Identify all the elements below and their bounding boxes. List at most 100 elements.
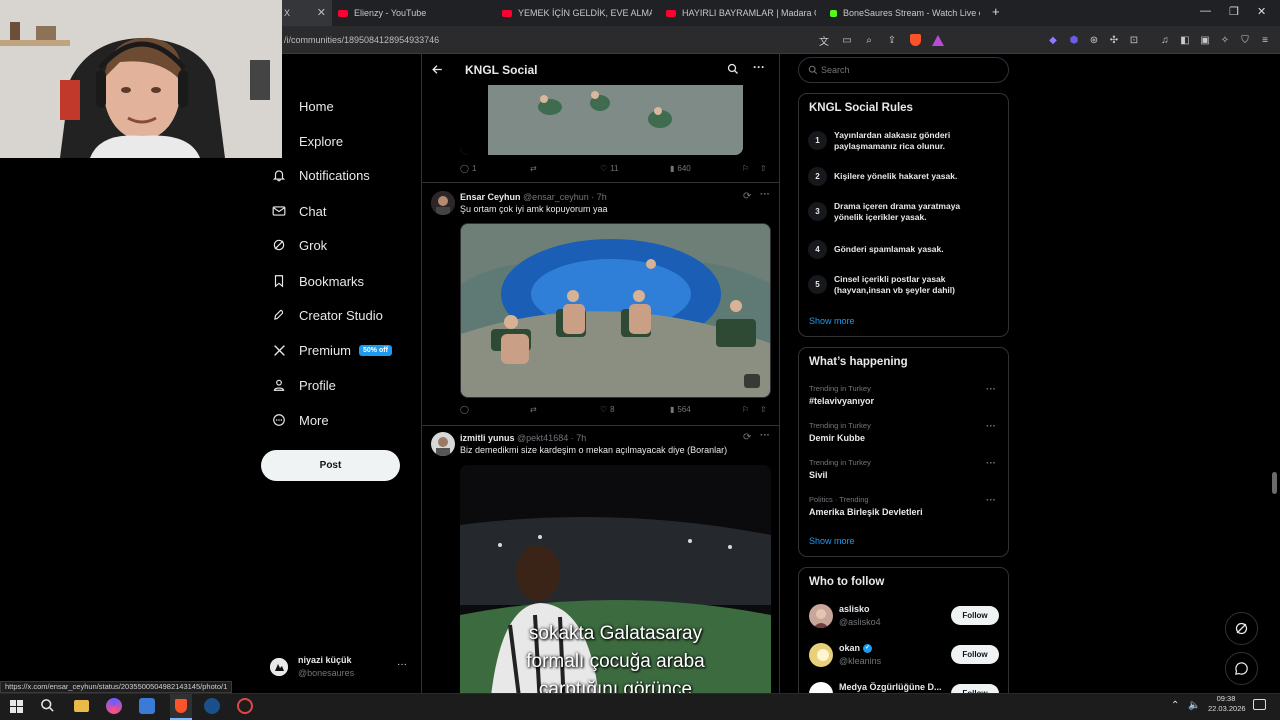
- post[interactable]: Ensar Ceyhun @ensar_ceyhun · 7h ⟳ ··· Şu…: [422, 183, 779, 425]
- url-field[interactable]: /i/communities/1895084128954933746: [284, 35, 439, 45]
- minimize-icon[interactable]: —: [1200, 5, 1211, 17]
- grok-icon[interactable]: ⟳: [743, 432, 751, 443]
- post-media[interactable]: [460, 85, 743, 155]
- avatar[interactable]: [809, 604, 833, 628]
- like-button[interactable]: ♡ 8: [600, 405, 615, 414]
- share-icon[interactable]: ⇪: [885, 33, 899, 47]
- nav-more[interactable]: More: [260, 403, 420, 437]
- more-dots-icon[interactable]: ···: [753, 60, 765, 74]
- post-button[interactable]: Post: [261, 450, 400, 481]
- share-button[interactable]: ⇧: [760, 405, 767, 414]
- tab-kick[interactable]: BoneSaures Stream - Watch Live on: [830, 0, 980, 26]
- new-tab-icon[interactable]: +: [992, 4, 1000, 19]
- trends-show-more-link[interactable]: Show more: [809, 536, 855, 546]
- trend-item[interactable]: Trending in Turkey Demir Kubbe ···: [799, 419, 1008, 449]
- views-button[interactable]: ▮ 564: [670, 405, 691, 414]
- restore-icon[interactable]: ❐: [1229, 5, 1239, 18]
- reply-button[interactable]: ◯ 1: [460, 164, 476, 173]
- tab-youtube-2[interactable]: YEMEK İÇİN GELDİK, EVE ALMADILAR: [502, 0, 652, 26]
- brave-rewards-icon[interactable]: [931, 33, 945, 47]
- clock[interactable]: 09:38 22.03.2026: [1208, 694, 1246, 714]
- cast-icon[interactable]: ▭: [840, 33, 854, 47]
- music-icon[interactable]: ♫: [1158, 33, 1172, 47]
- follow-button[interactable]: Follow: [951, 606, 999, 625]
- tab-x[interactable]: X ✕: [282, 0, 332, 26]
- puzzle-icon[interactable]: ✣: [1107, 33, 1121, 47]
- tab-youtube-1[interactable]: Elienzy - YouTube: [338, 0, 496, 26]
- repost-button[interactable]: ⇄: [530, 164, 537, 173]
- search-icon[interactable]: [727, 63, 739, 75]
- author-handle[interactable]: @pekt41684: [517, 433, 568, 443]
- repost-button[interactable]: ⇄: [530, 405, 537, 414]
- app-icon[interactable]: [139, 698, 155, 714]
- trend-item[interactable]: Politics · Trending Amerika Birleşik Dev…: [799, 493, 1008, 523]
- like-button[interactable]: ♡ 11: [600, 164, 618, 173]
- post[interactable]: izmitli yunus @pekt41684 · 7h ⟳ ··· Biz …: [422, 426, 779, 693]
- follow-suggestion[interactable]: okan ✓ @kleanins Follow: [799, 641, 1008, 671]
- windows-start-icon[interactable]: [10, 700, 23, 713]
- bookmark-button[interactable]: ⚐: [742, 164, 749, 173]
- post-time[interactable]: · 7h: [591, 192, 607, 202]
- more-dots-icon[interactable]: ···: [986, 458, 996, 469]
- views-button[interactable]: ▮ 640: [670, 164, 691, 173]
- nav-notifications[interactable]: Notifications: [260, 158, 420, 192]
- nav-profile[interactable]: Profile: [260, 368, 420, 402]
- translate-icon[interactable]: 文: [817, 33, 831, 48]
- grok-float-button[interactable]: [1225, 612, 1258, 645]
- more-dots-icon[interactable]: ···: [986, 384, 996, 395]
- reply-button[interactable]: ◯: [460, 405, 472, 414]
- nav-bookmarks[interactable]: Bookmarks: [260, 264, 420, 298]
- author-handle[interactable]: @ensar_ceyhun: [523, 192, 589, 202]
- close-icon[interactable]: ✕: [317, 6, 326, 19]
- follow-button[interactable]: Follow: [951, 645, 999, 664]
- notification-center-icon[interactable]: [1253, 699, 1266, 710]
- extension-icon[interactable]: ◆: [1046, 33, 1060, 47]
- grok-icon[interactable]: ⟳: [743, 191, 751, 202]
- search-icon[interactable]: [40, 698, 55, 713]
- window-close-icon[interactable]: ✕: [1257, 5, 1266, 18]
- more-dots-icon[interactable]: ···: [760, 430, 770, 441]
- more-dots-icon[interactable]: ···: [986, 421, 996, 432]
- nav-home[interactable]: Home: [260, 89, 420, 123]
- trend-item[interactable]: Trending in Turkey Sivil ···: [799, 456, 1008, 486]
- vpn-icon[interactable]: ⛉: [1238, 33, 1252, 47]
- tray-chevron-icon[interactable]: ⌃: [1171, 700, 1179, 711]
- brave-shield-icon[interactable]: [908, 33, 922, 47]
- search-input[interactable]: Search: [798, 57, 1009, 83]
- nav-premium[interactable]: Premium 50% off: [260, 333, 420, 367]
- author-name[interactable]: Ensar Ceyhun: [460, 192, 521, 202]
- menu-icon[interactable]: ≡: [1258, 33, 1272, 47]
- volume-icon[interactable]: 🔈: [1188, 700, 1200, 711]
- avatar[interactable]: [431, 191, 455, 215]
- rules-show-more-link[interactable]: Show more: [809, 316, 855, 326]
- scrollbar-thumb[interactable]: [1272, 472, 1277, 494]
- extension-icon[interactable]: ⊛: [1087, 33, 1101, 47]
- follow-suggestion[interactable]: aslisko @aslisko4 Follow: [799, 602, 1008, 632]
- file-explorer-icon[interactable]: [74, 700, 89, 712]
- steam-icon[interactable]: [204, 698, 220, 714]
- zoom-icon[interactable]: ⌕: [862, 33, 876, 47]
- nav-grok[interactable]: Grok: [260, 228, 420, 262]
- nav-chat[interactable]: Chat: [260, 194, 420, 228]
- post-media[interactable]: [460, 223, 771, 398]
- sidebar-icon[interactable]: ◧: [1178, 33, 1192, 47]
- more-dots-icon[interactable]: ···: [397, 659, 407, 670]
- tab-youtube-3[interactable]: HAYIRLI BAYRAMLAR | Madara Oldu!: [666, 0, 816, 26]
- bookmark-button[interactable]: ⚐: [742, 405, 749, 414]
- trend-item[interactable]: Trending in Turkey #telavivyanıyor ···: [799, 382, 1008, 412]
- chat-float-button[interactable]: [1225, 652, 1258, 685]
- post-video[interactable]: sokakta Galatasaray formalı çocuğa araba…: [460, 465, 771, 693]
- app-icon[interactable]: [237, 698, 253, 714]
- avatar[interactable]: [431, 432, 455, 456]
- wallet-icon[interactable]: ▣: [1198, 33, 1212, 47]
- more-dots-icon[interactable]: ···: [760, 189, 770, 200]
- extension-icon[interactable]: ⊡: [1127, 33, 1141, 47]
- author-name[interactable]: izmitli yunus: [460, 433, 515, 443]
- back-arrow-icon[interactable]: [431, 63, 444, 76]
- app-icon[interactable]: [106, 698, 122, 714]
- nav-creator-studio[interactable]: Creator Studio: [260, 298, 420, 332]
- avatar[interactable]: [809, 643, 833, 667]
- nav-explore[interactable]: Explore: [260, 124, 420, 158]
- more-dots-icon[interactable]: ···: [986, 495, 996, 506]
- leo-icon[interactable]: ✧: [1218, 33, 1232, 47]
